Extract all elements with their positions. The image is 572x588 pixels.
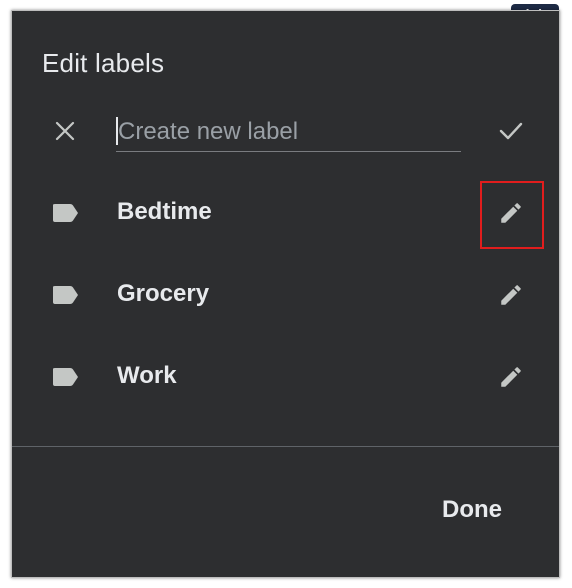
highlight-box xyxy=(480,181,544,249)
new-label-input[interactable] xyxy=(116,112,461,152)
done-button[interactable]: Done xyxy=(422,487,522,533)
edit-labels-dialog: Edit labels Bedtime xyxy=(11,10,560,578)
pencil-icon[interactable] xyxy=(493,277,529,313)
label-name-work: Work xyxy=(117,362,177,389)
label-icon xyxy=(50,198,80,228)
label-row-grocery: Grocery xyxy=(12,265,559,325)
dialog-title: Edit labels xyxy=(42,48,165,78)
label-name-grocery: Grocery xyxy=(117,280,210,307)
label-row-work: Work xyxy=(12,347,559,407)
label-icon xyxy=(50,362,80,392)
check-icon[interactable] xyxy=(493,113,529,149)
label-name-bedtime: Bedtime xyxy=(117,198,212,225)
label-icon xyxy=(50,280,80,310)
close-icon[interactable] xyxy=(50,116,80,146)
label-row-bedtime: Bedtime xyxy=(12,183,559,243)
pencil-icon[interactable] xyxy=(493,359,529,395)
footer-divider xyxy=(12,446,559,447)
text-cursor xyxy=(116,117,118,145)
screenshot-frame: alphr Edit labels B xyxy=(0,0,572,588)
